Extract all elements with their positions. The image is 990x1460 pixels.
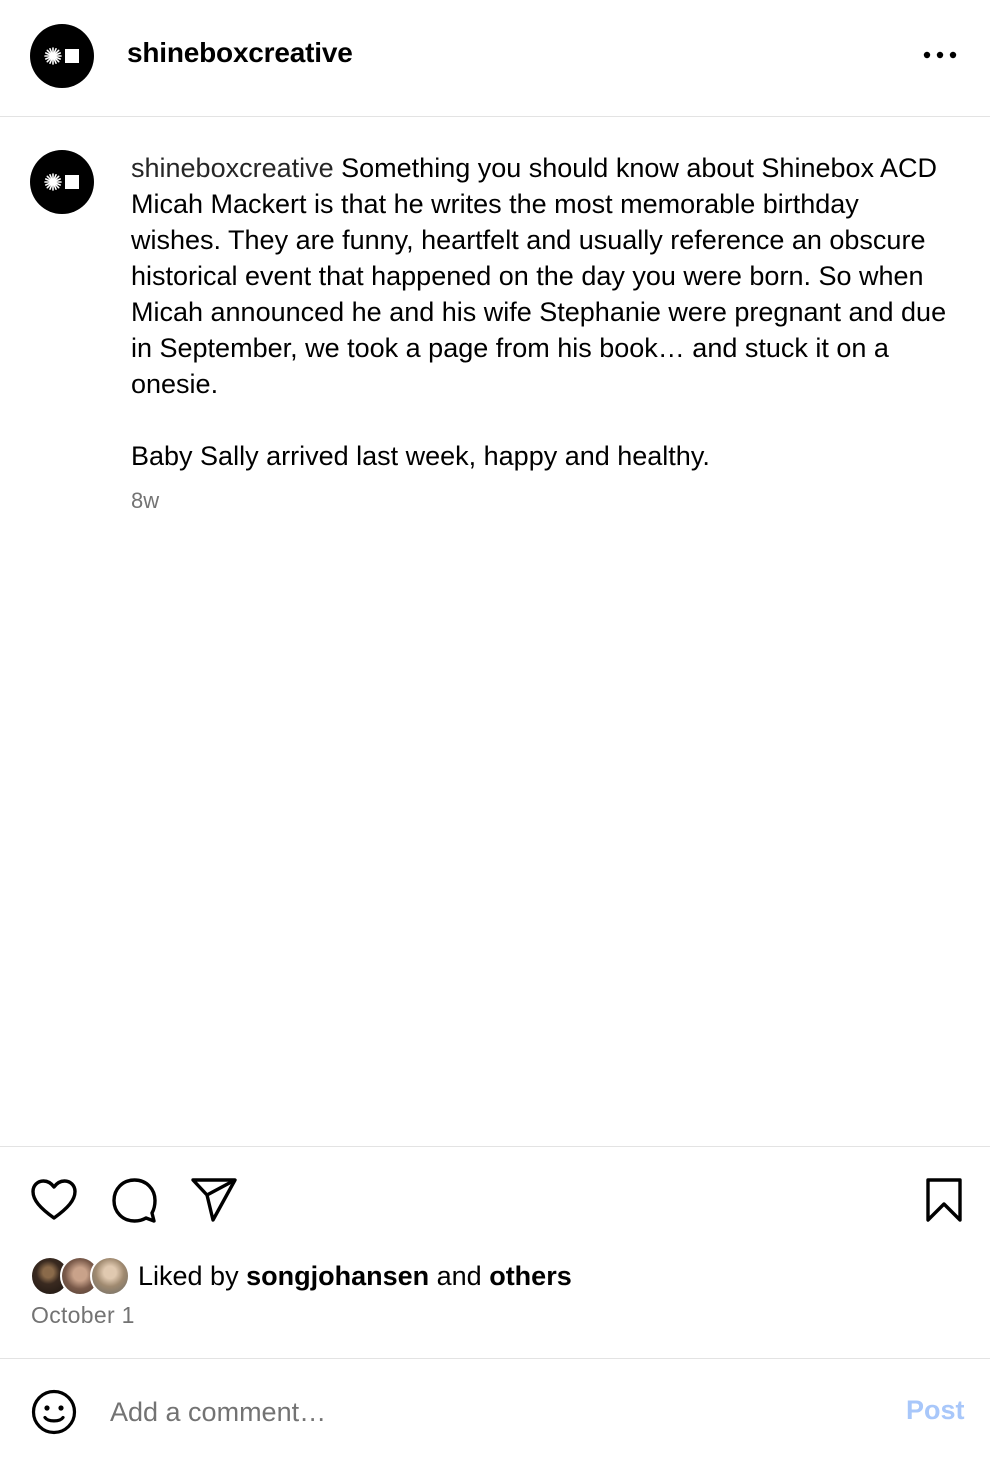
comment-icon[interactable] <box>109 1175 159 1225</box>
caption-timestamp[interactable]: 8w <box>131 488 159 514</box>
heart-icon[interactable] <box>29 1175 79 1225</box>
avatar[interactable] <box>90 1256 130 1296</box>
likes-connector: and <box>436 1260 482 1291</box>
caption-username[interactable]: shineboxcreative <box>131 153 334 183</box>
divider <box>0 1358 990 1359</box>
likes-summary: Liked by songjohansen and others <box>30 1255 572 1297</box>
post-comment-button[interactable]: Post <box>906 1395 965 1426</box>
header-username[interactable]: shineboxcreative <box>127 37 353 69</box>
likes-others-link[interactable]: others <box>489 1261 572 1291</box>
comment-input[interactable] <box>110 1390 870 1434</box>
caption-text: Something you should know about Shinebox… <box>131 153 947 399</box>
emoji-icon[interactable] <box>30 1388 78 1436</box>
caption-paragraph: shineboxcreative Something you should kn… <box>131 150 951 402</box>
more-options-icon[interactable] <box>918 40 962 70</box>
post-header: shineboxcreative <box>0 0 990 117</box>
liker-avatars[interactable] <box>30 1255 132 1297</box>
post-date[interactable]: October 1 <box>31 1302 135 1329</box>
send-icon[interactable] <box>189 1175 239 1225</box>
shinebox-logo-icon[interactable] <box>30 24 94 88</box>
likes-prefix: Liked by <box>138 1260 239 1291</box>
divider <box>0 1146 990 1147</box>
likes-text: Liked by songjohansen and others <box>138 1261 572 1292</box>
liker-username[interactable]: songjohansen <box>246 1261 429 1291</box>
shinebox-logo-icon <box>44 173 79 191</box>
caption-avatar[interactable] <box>30 150 94 214</box>
caption-paragraph-2: Baby Sally arrived last week, happy and … <box>131 441 710 471</box>
bookmark-icon[interactable] <box>919 1175 969 1225</box>
post-caption: shineboxcreative Something you should kn… <box>131 150 951 474</box>
